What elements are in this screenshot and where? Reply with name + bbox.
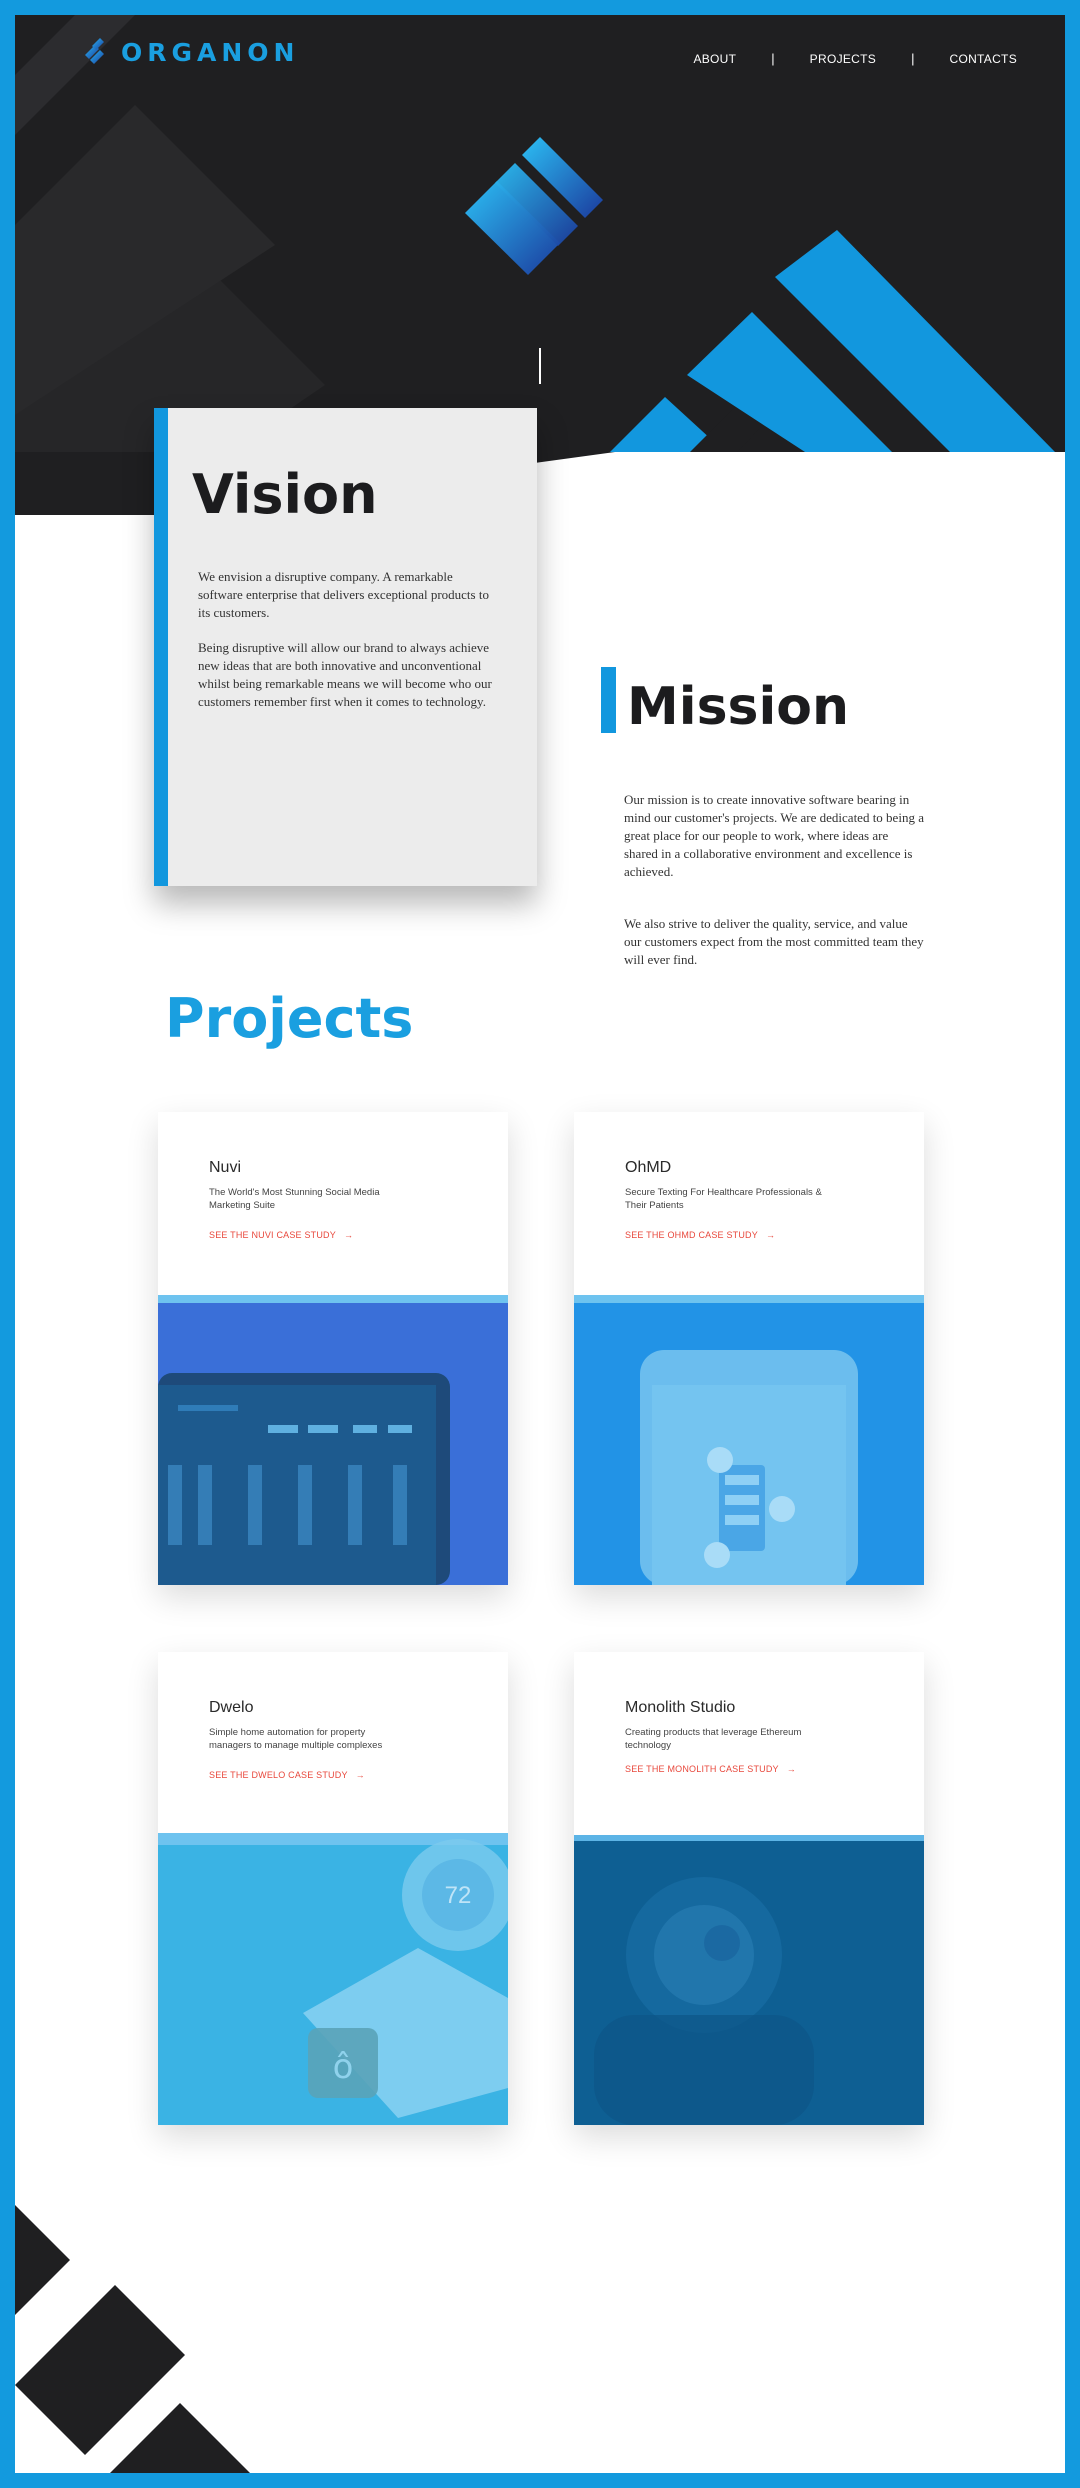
case-study-link[interactable]: SEE THE NUVI CASE STUDY → <box>209 1230 353 1240</box>
case-study-link[interactable]: SEE THE DWELO CASE STUDY → <box>209 1770 365 1780</box>
vision-paragraph: We envision a disruptive company. A rema… <box>198 569 489 620</box>
project-title: Dwelo <box>209 1699 254 1716</box>
project-card-dwelo[interactable]: Dwelo Simple home automation for propert… <box>158 1652 508 2125</box>
projects-title: Projects <box>165 987 414 1050</box>
project-description: Creating products that leverage Ethereum… <box>625 1727 802 1751</box>
project-card-monolith[interactable]: Monolith Studio Creating products that l… <box>574 1652 924 2125</box>
right-arrow-icon: → <box>786 1764 796 1774</box>
case-study-link-label: SEE THE OHMD CASE STUDY <box>625 1230 758 1240</box>
nav-separator: | <box>911 51 915 66</box>
project-title: OhMD <box>625 1159 672 1176</box>
case-study-link[interactable]: SEE THE OHMD CASE STUDY → <box>625 1230 775 1240</box>
vision-title: Vision <box>192 463 378 526</box>
logo[interactable]: ORGANON <box>81 35 299 69</box>
thermostat-reading: 72 <box>445 1882 472 1909</box>
vision-card: Vision We envision a disruptive company.… <box>154 408 537 886</box>
nav-separator: | <box>771 51 775 66</box>
project-title: Nuvi <box>209 1159 242 1176</box>
project-card-nuvi[interactable]: Nuvi The World's Most Stunning Social Me… <box>158 1112 508 1585</box>
case-study-link-label: SEE THE NUVI CASE STUDY <box>209 1230 336 1240</box>
nav-projects[interactable]: PROJECTS <box>810 52 876 66</box>
right-arrow-icon: → <box>765 1230 776 1240</box>
monolith-preview-image <box>574 1835 924 2125</box>
case-study-link[interactable]: SEE THE MONOLITH CASE STUDY → <box>625 1764 796 1774</box>
nuvi-preview-image <box>158 1295 508 1585</box>
project-description: Simple home automation for property mana… <box>209 1727 383 1751</box>
right-arrow-icon: → <box>343 1230 354 1240</box>
ohmd-preview-image <box>574 1295 924 1585</box>
mission-paragraph: Our mission is to create innovative soft… <box>624 792 924 879</box>
project-description: The World's Most Stunning Social Media M… <box>209 1187 380 1211</box>
vision-accent-bar <box>154 408 168 886</box>
mission-title: Mission <box>627 677 850 737</box>
page: ORGANON ABOUT | PROJECTS | CONTACTS Visi… <box>15 15 1065 2473</box>
project-description: Secure Texting For Healthcare Profession… <box>625 1187 822 1211</box>
case-study-link-label: SEE THE DWELO CASE STUDY <box>209 1770 348 1780</box>
nav-about[interactable]: ABOUT <box>693 52 736 66</box>
hero-divider <box>539 348 541 384</box>
nav-contacts[interactable]: CONTACTS <box>949 52 1017 66</box>
main-nav: ABOUT | PROJECTS | CONTACTS <box>693 51 1017 66</box>
right-arrow-icon: → <box>355 1770 365 1780</box>
organon-logo-icon <box>85 38 104 64</box>
svg-text:ô: ô <box>333 2047 354 2087</box>
brand-name: ORGANON <box>121 37 300 67</box>
project-title: Monolith Studio <box>625 1699 736 1716</box>
vision-paragraph: Being disruptive will allow our brand to… <box>198 640 492 709</box>
dwelo-preview-image: 72 ô <box>158 1833 508 2125</box>
project-card-ohmd[interactable]: OhMD Secure Texting For Healthcare Profe… <box>574 1112 924 1585</box>
hero-emblem-icon <box>465 137 603 275</box>
footer-decoration <box>15 2205 250 2473</box>
mission-accent-bar <box>601 667 616 733</box>
mission-paragraph: We also strive to deliver the quality, s… <box>624 916 924 967</box>
case-study-link-label: SEE THE MONOLITH CASE STUDY <box>625 1764 779 1774</box>
